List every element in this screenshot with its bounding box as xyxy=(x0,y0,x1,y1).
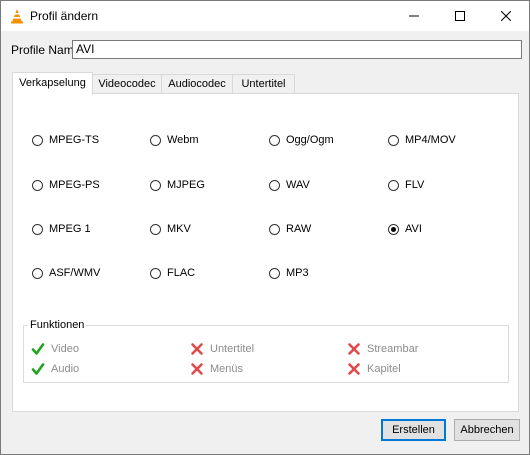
tab-untertitel[interactable]: Untertitel xyxy=(232,74,295,93)
cross-icon xyxy=(191,363,203,375)
feature-label: Video xyxy=(51,343,79,355)
container-option-raw[interactable]: RAW xyxy=(269,223,311,235)
container-label: RAW xyxy=(286,223,312,235)
tab-audiocodec[interactable]: Audiocodec xyxy=(161,74,233,93)
radio-button[interactable] xyxy=(32,223,43,235)
feature-video: Video xyxy=(31,342,79,356)
container-option-flv[interactable]: FLV xyxy=(388,179,424,191)
minimize-icon xyxy=(409,15,419,17)
container-label: MKV xyxy=(167,223,191,235)
container-option-wav[interactable]: WAV xyxy=(269,179,310,191)
tab-verkapselung[interactable]: Verkapselung xyxy=(12,72,93,95)
container-label: MP4/MOV xyxy=(405,134,456,146)
radio-button[interactable] xyxy=(150,134,161,146)
container-option-asf[interactable]: ASF/WMV xyxy=(32,267,100,279)
feature-label: Untertitel xyxy=(210,343,255,355)
container-option-mp3[interactable]: MP3 xyxy=(269,267,309,279)
feature-label: Audio xyxy=(51,363,80,375)
container-option-mjpeg[interactable]: MJPEG xyxy=(150,179,205,191)
vlc-cone-icon xyxy=(11,9,23,24)
radio-button[interactable] xyxy=(32,179,43,191)
radio-button-selected[interactable] xyxy=(388,223,399,235)
container-option-mpeg-ps[interactable]: MPEG-PS xyxy=(32,179,100,191)
radio-button[interactable] xyxy=(32,134,43,146)
feature-label: Menüs xyxy=(210,363,244,375)
radio-button[interactable] xyxy=(269,223,280,235)
maximize-button[interactable] xyxy=(437,1,483,31)
container-option-ogg[interactable]: Ogg/Ogm xyxy=(269,134,334,146)
close-icon xyxy=(501,11,511,21)
radio-button[interactable] xyxy=(388,179,399,191)
radio-button[interactable] xyxy=(150,267,161,279)
container-option-flac[interactable]: FLAC xyxy=(150,267,195,279)
feature-chapters: Kapitel xyxy=(347,362,401,376)
close-button[interactable] xyxy=(483,1,529,31)
profile-dialog: Profil ändern Profile Name Verkapselung … xyxy=(0,0,530,455)
container-option-webm[interactable]: Webm xyxy=(150,134,199,146)
container-label: MPEG-TS xyxy=(49,134,100,146)
radio-button[interactable] xyxy=(269,267,280,279)
feature-subtitles: Untertitel xyxy=(190,342,254,356)
container-label: FLAC xyxy=(167,267,196,279)
create-button[interactable]: Erstellen xyxy=(381,419,446,441)
profile-name-label: Profile Name xyxy=(11,43,81,57)
profile-name-input[interactable] xyxy=(72,40,522,59)
tab-label: Audiocodec xyxy=(168,78,226,90)
feature-audio: Audio xyxy=(31,362,79,376)
radio-button[interactable] xyxy=(269,134,280,146)
container-label: WAV xyxy=(286,179,310,191)
feature-streamable: Streambar xyxy=(347,342,418,356)
container-label: MJPEG xyxy=(167,179,205,191)
container-option-mpeg1[interactable]: MPEG 1 xyxy=(32,223,91,235)
window-title: Profil ändern xyxy=(30,9,99,23)
feature-label: Streambar xyxy=(367,343,419,355)
radio-button[interactable] xyxy=(150,179,161,191)
radio-button[interactable] xyxy=(150,223,161,235)
container-label: MPEG-PS xyxy=(49,179,100,191)
container-label: AVI xyxy=(405,223,422,235)
container-label: MPEG 1 xyxy=(49,223,91,235)
maximize-icon xyxy=(455,11,465,21)
container-label: Ogg/Ogm xyxy=(286,134,334,146)
container-label: ASF/WMV xyxy=(49,267,101,279)
container-label: Webm xyxy=(167,134,199,146)
container-option-mpeg-ts[interactable]: MPEG-TS xyxy=(32,134,99,146)
features-group xyxy=(23,325,509,383)
features-title: Funktionen xyxy=(28,319,87,331)
title-bar: Profil ändern xyxy=(1,1,529,31)
cross-icon xyxy=(191,343,203,355)
container-label: MP3 xyxy=(286,267,309,279)
radio-button[interactable] xyxy=(388,134,399,146)
tab-label: Verkapselung xyxy=(19,77,86,89)
radio-button[interactable] xyxy=(269,179,280,191)
tab-label: Untertitel xyxy=(241,78,286,90)
feature-label: Kapitel xyxy=(367,363,401,375)
container-label: FLV xyxy=(405,179,425,191)
tab-label: Videocodec xyxy=(98,78,156,90)
container-option-mp4[interactable]: MP4/MOV xyxy=(388,134,456,146)
cancel-button[interactable]: Abbrechen xyxy=(454,419,520,441)
tab-videocodec[interactable]: Videocodec xyxy=(92,74,162,93)
cross-icon xyxy=(348,363,360,375)
feature-menus: Menüs xyxy=(190,362,243,376)
check-icon xyxy=(31,343,45,355)
radio-button[interactable] xyxy=(32,267,43,279)
check-icon xyxy=(31,363,45,375)
cross-icon xyxy=(348,343,360,355)
container-option-avi[interactable]: AVI xyxy=(388,223,422,235)
container-option-mkv[interactable]: MKV xyxy=(150,223,191,235)
minimize-button[interactable] xyxy=(391,1,437,31)
